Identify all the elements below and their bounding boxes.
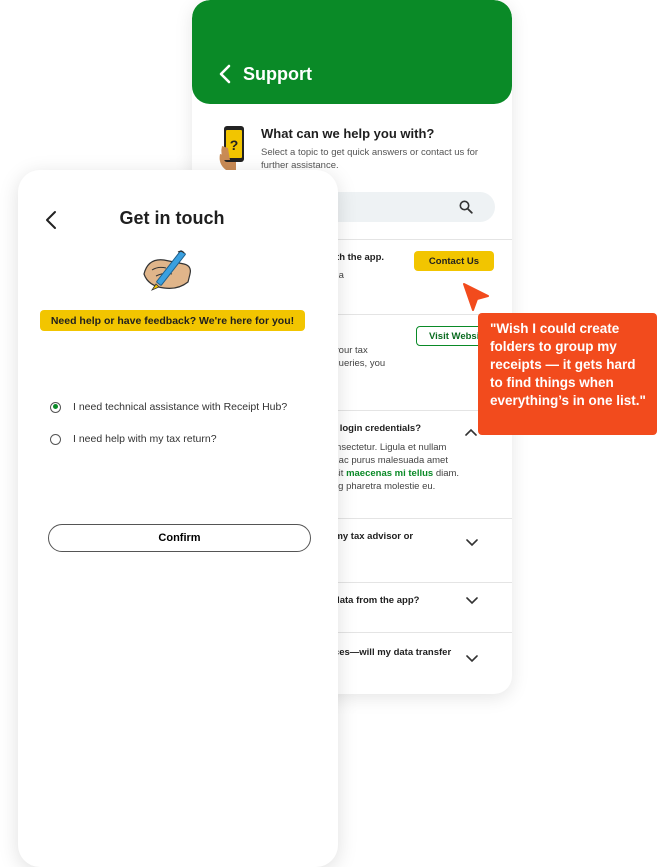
page-title: Get in touch [119,208,225,228]
support-title: Support [243,64,312,84]
chevron-up-icon[interactable] [465,428,477,436]
chevron-down-icon[interactable] [466,539,478,547]
option-tax-return[interactable]: I need help with my tax return? [50,433,217,445]
radio-unselected[interactable] [50,433,61,445]
search-icon[interactable] [459,200,473,214]
highlight-text: maecenas mi tellus [346,468,434,479]
contact-us-button[interactable]: Contact Us [414,251,494,271]
faq-item-3-question[interactable]: ny login credentials? [326,423,421,434]
testimonial-quote: "Wish I could create folders to group my… [478,313,657,435]
faq-item-3-answer-4: cing pharetra molestie eu. [326,481,436,492]
radio-selected[interactable] [50,401,61,413]
help-subtitle: Select a topic to get quick answers or c… [261,147,479,171]
faq-item-5-question[interactable]: y data from the app? [326,595,419,606]
phone-question-icon: ? [219,126,244,170]
get-in-touch-screen: Get in touch Need help or have feedback?… [18,170,338,867]
hand-writing-icon [143,250,191,291]
chevron-down-icon[interactable] [466,597,478,605]
option-label: I need technical assistance with Receipt… [73,401,288,413]
confirm-button[interactable]: Confirm [48,524,311,552]
support-header: Support [192,0,512,104]
back-arrow-icon[interactable] [216,63,236,85]
option-label: I need help with my tax return? [73,433,217,445]
cursor-pointer-icon [463,283,489,311]
option-technical-assistance[interactable]: I need technical assistance with Receipt… [50,401,287,413]
help-title: What can we help you with? [261,126,435,141]
svg-text:?: ? [230,137,239,153]
chevron-down-icon[interactable] [466,655,478,663]
faq-item-6-question[interactable]: vices—will my data transfer [326,647,451,658]
help-banner: Need help or have feedback? We're here f… [40,310,305,331]
faq-item-4-question[interactable]: h my tax advisor or [326,531,413,542]
